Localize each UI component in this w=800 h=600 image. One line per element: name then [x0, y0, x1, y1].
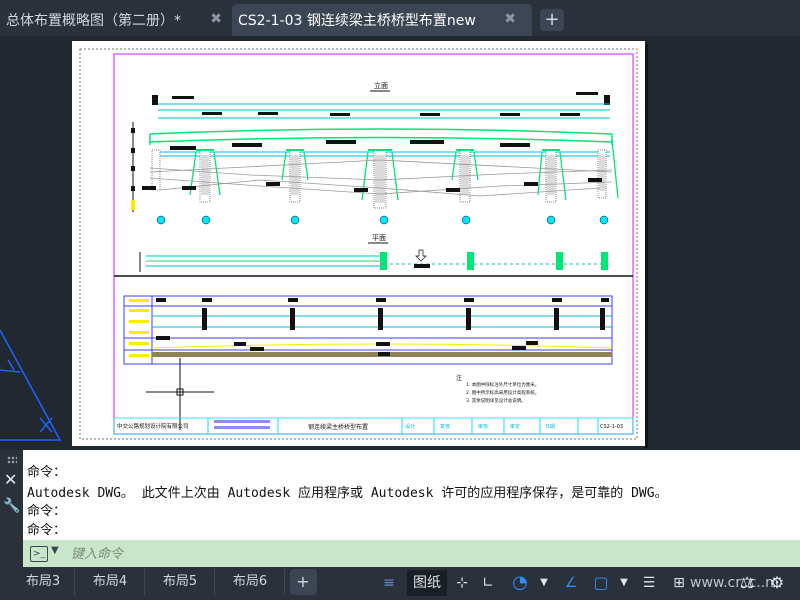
grip-dots-icon[interactable] — [7, 456, 17, 464]
document-tab-bar: 总体布置概略图（第二册）* ✖ CS2-1-03 钢连续梁主桥桥型布置new ✖… — [0, 0, 800, 36]
layout-tab-3[interactable]: 布局3 — [12, 569, 75, 595]
note-line: 1. 本图中除标注外尺寸单位为厘米。 — [466, 381, 539, 388]
offsheet-triangle-geometry — [0, 329, 62, 441]
chevron-down-icon[interactable]: ▼ — [536, 570, 552, 596]
wrench-icon[interactable]: 🔧 — [3, 498, 20, 514]
lineweight-icon[interactable]: ☰ — [638, 570, 660, 596]
document-tab-overview[interactable]: 总体布置概略图（第二册）* ✖ — [0, 4, 232, 36]
command-input[interactable] — [69, 543, 773, 565]
layout-tab-5[interactable]: 布局5 — [146, 569, 215, 595]
command-history-line: Autodesk DWG。 此文件上次由 Autodesk 应用程序或 Auto… — [27, 486, 668, 501]
snap-grid-icon[interactable]: ⊹ — [452, 570, 472, 596]
title-field-design: 设计 — [405, 423, 415, 430]
command-history-line: 命令： — [27, 504, 67, 519]
tab-label: CS2-1-03 钢连续梁主桥桥型布置new — [238, 13, 476, 29]
title-drawing-number: CS2-1-03 — [600, 424, 623, 430]
status-bar: 布局3 布局4 布局5 布局6 + ≡ 图纸 ⊹ ∟ ◔ ▼ ∠ ▢ ▼ ☰ ⊞… — [0, 567, 800, 600]
document-tab-bridge-layout[interactable]: CS2-1-03 钢连续梁主桥桥型布置new ✖ — [232, 4, 532, 36]
ortho-icon[interactable]: ∟ — [478, 570, 498, 596]
note-line: 3. 其余说明详见设计总说明。 — [466, 397, 526, 404]
title-field-approve: 审定 — [510, 423, 520, 430]
layout-tab-4[interactable]: 布局4 — [76, 569, 145, 595]
chevron-down-icon[interactable]: ▼ — [51, 545, 59, 556]
close-icon[interactable]: ✖ — [210, 11, 222, 27]
paper-space-toggle[interactable]: 图纸 — [407, 570, 447, 596]
close-icon[interactable]: ✕ — [4, 470, 17, 489]
close-icon[interactable]: ✖ — [504, 11, 516, 27]
command-history: 命令： Autodesk DWG。 此文件上次由 Autodesk 应用程序或 … — [23, 450, 800, 540]
chevron-down-icon[interactable]: ▼ — [616, 570, 632, 596]
title-field-review: 审核 — [478, 423, 488, 430]
tab-label: 总体布置概略图（第二册）* — [6, 13, 181, 29]
object-snap-icon[interactable]: ▢ — [590, 570, 612, 596]
plan-title: 平面 — [372, 234, 386, 242]
layout-tab-6[interactable]: 布局6 — [216, 569, 285, 595]
menu-lines-icon[interactable]: ≡ — [380, 570, 398, 596]
command-line-grip[interactable]: ✕ 🔧 — [0, 450, 23, 567]
notes-title: 注 — [456, 374, 462, 382]
command-prompt-icon[interactable]: >_ — [30, 546, 48, 562]
elevation-title: 立面 — [374, 81, 388, 90]
command-history-line: 命令： — [27, 523, 67, 538]
command-input-bar[interactable]: >_ ▼ — [23, 540, 800, 567]
watermark-text: www.cr..c..m — [690, 575, 779, 591]
add-layout-button[interactable]: + — [290, 569, 317, 595]
title-field-date: 日期 — [545, 424, 555, 430]
polar-tracking-icon[interactable]: ◔ — [508, 570, 532, 596]
drawing-viewport[interactable]: 立面 平面 注 1. 本图中除标注外尺寸单位为厘米。 2. 图中所示标高采用设计… — [0, 36, 800, 450]
command-history-line: 命令： — [27, 465, 67, 480]
command-line-panel: ✕ 🔧 命令： Autodesk DWG。 此文件上次由 Autodesk 应用… — [0, 450, 800, 567]
title-company: 中交公路规划设计院有限公司 — [117, 422, 189, 430]
title-drawing-name: 钢连续梁主桥桥型布置 — [308, 423, 368, 431]
note-line: 2. 图中所示标高采用设计高程系统。 — [466, 389, 539, 396]
iso-draft-icon[interactable]: ∠ — [560, 570, 582, 596]
paper-shadow-edge — [645, 44, 648, 448]
title-field-check: 复核 — [440, 423, 450, 430]
drawing-canvas[interactable]: 立面 平面 注 1. 本图中除标注外尺寸单位为厘米。 2. 图中所示标高采用设计… — [0, 36, 800, 450]
new-tab-button[interactable]: + — [540, 9, 564, 31]
transparency-icon[interactable]: ⊞ — [668, 570, 690, 596]
